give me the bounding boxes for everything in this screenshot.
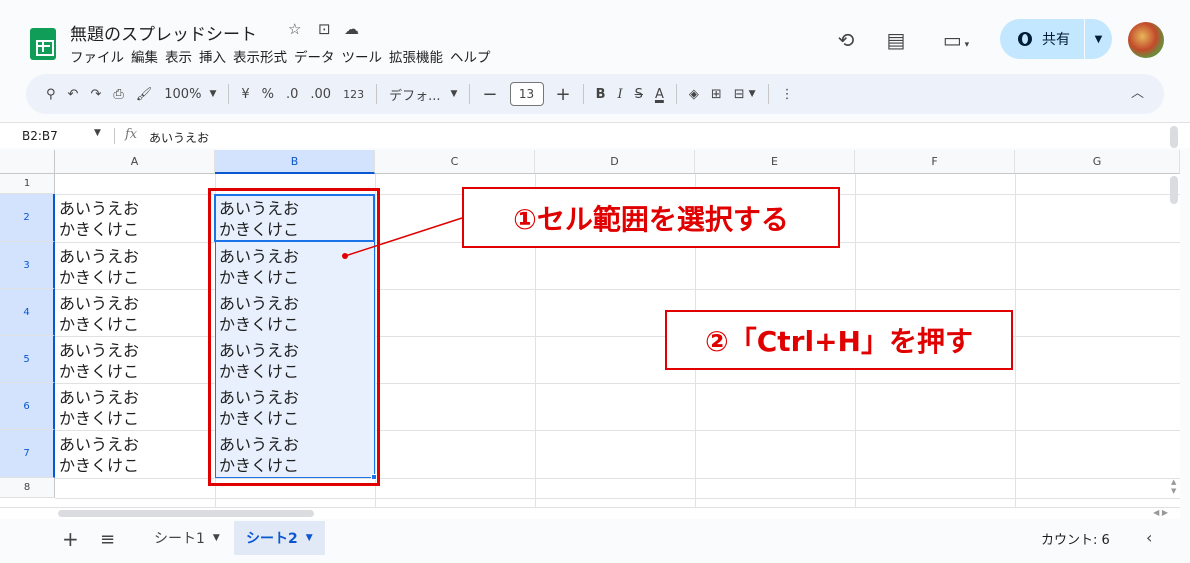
tab-label: シート2 [246, 531, 298, 547]
chevron-down-icon[interactable]: ▼ [213, 533, 220, 543]
annotation-step2: ②「Ctrl+H」を押す [665, 310, 1013, 370]
vertical-scroll-arrows[interactable]: ▲ ▼ [1171, 478, 1176, 496]
horizontal-scrollbar[interactable]: ◀ ▶ [0, 507, 1180, 519]
annotation-leader-line [342, 217, 463, 259]
all-sheets-icon[interactable]: ≡ [100, 529, 115, 550]
tab-sheet1[interactable]: シート1 ▼ [142, 521, 232, 555]
sheets-window: 無題のスプレッドシート ☆ ⊡ ☁ ファイル 編集 表示 挿入 表示形式 データ… [0, 0, 1190, 563]
annotation-step1: ①セル範囲を選択する [462, 187, 840, 248]
sheet-tab-bar: + ≡ シート1 ▼ シート2 ▼ カウント: 6 ‹ [0, 519, 1190, 557]
selection-count[interactable]: カウント: 6 [1041, 529, 1110, 548]
vertical-scroll-thumb[interactable] [1170, 176, 1178, 204]
tab-sheet2[interactable]: シート2 ▼ [234, 521, 325, 555]
tab-label: シート1 [154, 531, 205, 547]
horizontal-scroll-thumb[interactable] [58, 510, 314, 517]
horizontal-scroll-arrows[interactable]: ◀ ▶ [1153, 508, 1168, 517]
side-panel-toggle-icon[interactable]: ‹ [1146, 528, 1152, 547]
add-sheet-icon[interactable]: + [62, 527, 79, 551]
chevron-down-icon[interactable]: ▼ [306, 533, 313, 543]
